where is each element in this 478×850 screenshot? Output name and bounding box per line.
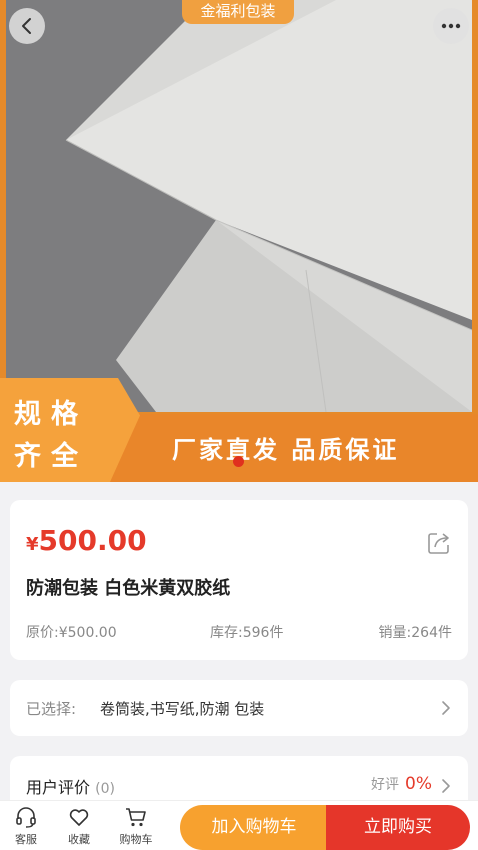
chevron-right-icon <box>442 701 450 715</box>
cart-button[interactable]: 购物车 <box>113 805 159 847</box>
back-button[interactable] <box>9 8 45 44</box>
heart-icon <box>69 809 89 826</box>
good-rate-value: 0% <box>405 774 432 794</box>
chevron-right-icon <box>442 779 450 793</box>
selected-label: 已选择: <box>26 700 77 718</box>
good-rate: 好评 0% <box>371 774 432 794</box>
product-info-card: ¥500.00 防潮包装 白色米黄双胶纸 原价:¥500.00 库存:596件 … <box>10 500 468 660</box>
sales-count: 销量:264件 <box>378 625 452 641</box>
service-label: 客服 <box>15 833 37 846</box>
carousel-dot-active <box>233 456 244 467</box>
product-image-carousel[interactable]: 规格 齐全 厂家直发 品质保证 金福利包装 <box>0 0 478 482</box>
cart-icon <box>126 808 146 827</box>
product-price: ¥500.00 <box>26 524 147 557</box>
currency-symbol: ¥ <box>26 534 39 555</box>
headset-icon <box>16 807 36 828</box>
selected-value: 卷筒装,书写纸,防潮 包装 <box>100 700 265 718</box>
favorite-label: 收藏 <box>68 833 90 846</box>
reviews-title: 用户评价 (0) <box>26 774 115 798</box>
badge-line-2: 齐全 <box>14 441 88 472</box>
cart-label: 购物车 <box>119 833 153 846</box>
brand-tag: 金福利包装 <box>182 0 294 24</box>
customer-service-button[interactable]: 客服 <box>3 805 49 847</box>
more-button[interactable] <box>433 8 469 44</box>
chevron-left-icon <box>22 18 31 34</box>
promo-slogan: 厂家直发 品质保证 <box>172 436 400 464</box>
add-to-cart-button[interactable]: 加入购物车 <box>180 805 328 850</box>
reviews-count: (0) <box>95 781 115 797</box>
share-icon[interactable] <box>426 530 452 556</box>
product-photo <box>6 0 472 412</box>
price-value: 500.00 <box>38 524 147 557</box>
badge-line-1: 规格 <box>14 399 88 430</box>
good-rate-label: 好评 <box>371 777 400 793</box>
stock-count: 库存:596件 <box>210 625 284 641</box>
buy-now-button[interactable]: 立即购买 <box>326 805 470 850</box>
reviews-title-text: 用户评价 <box>26 778 91 797</box>
more-dots-icon <box>441 23 461 29</box>
spec-selector[interactable]: 已选择: 卷筒装,书写纸,防潮 包装 <box>10 680 468 736</box>
favorite-button[interactable]: 收藏 <box>56 805 102 847</box>
product-title: 防潮包装 白色米黄双胶纸 <box>26 578 231 599</box>
original-price: 原价:¥500.00 <box>26 625 117 641</box>
